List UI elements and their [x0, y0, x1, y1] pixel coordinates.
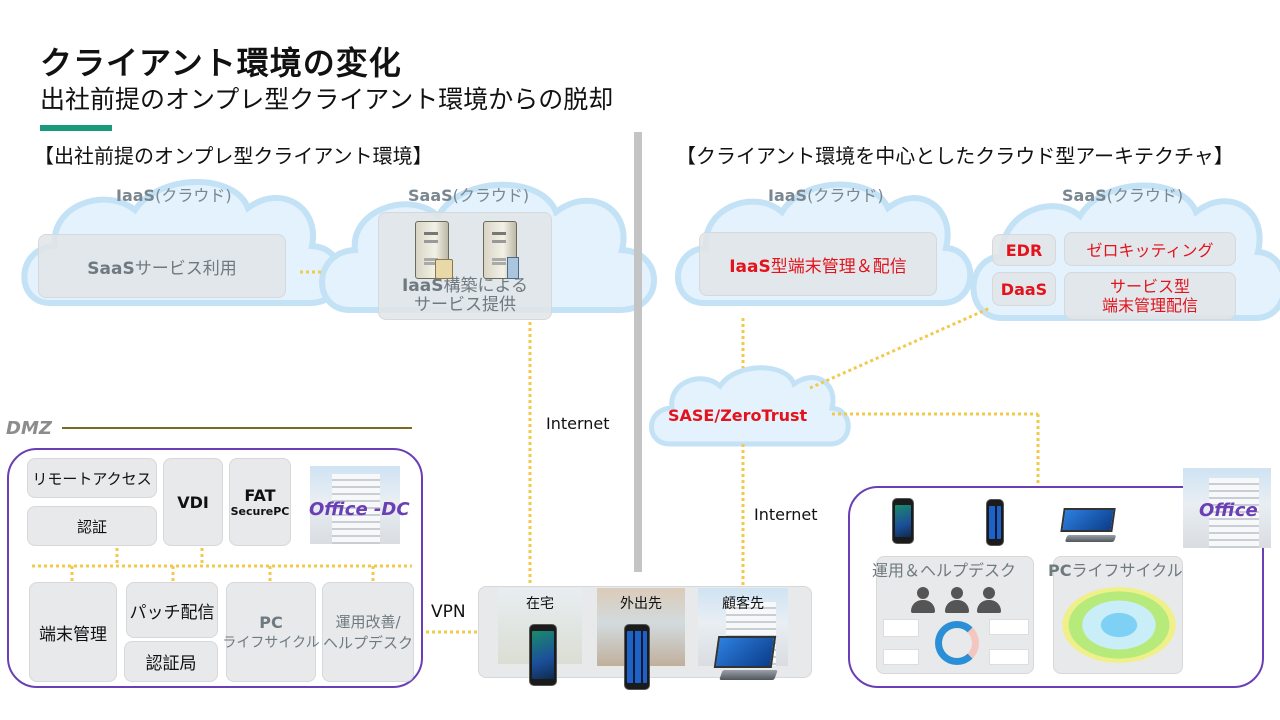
location-label-customer: 顧客先 [722, 596, 764, 612]
cert-authority-box: 認証局 [124, 641, 218, 682]
office-dc-label: Office -DC [309, 499, 410, 520]
left-internet-label: Internet [546, 414, 610, 433]
pc-lifecycle-box: PC ライフサイクル [222, 582, 320, 682]
right-internet-label: Internet [754, 505, 818, 524]
box-label: PC [259, 612, 283, 632]
box-bold-text: IaaS [401, 276, 444, 296]
sase-zerotrust-label: SASE/ZeroTrust [668, 406, 808, 425]
iaas-built-service-box: IaaS構築による サービス提供 [378, 212, 552, 320]
service-device-mgmt-box: サービス型 端末管理配信 [1064, 272, 1236, 320]
pc-lifecycle-label: PCライフサイクル [1048, 557, 1183, 581]
box-label: FAT [244, 486, 276, 505]
cloud-label-thin: (クラウド) [155, 186, 232, 205]
box-label: DaaS [1000, 279, 1048, 299]
left-saas-cloud-label: SaaS(クラウド) [408, 182, 529, 206]
label-bold: PC [1048, 561, 1072, 580]
saas-service-use-box: SaaSサービス利用 [38, 234, 286, 298]
box-label-line1: 運用改善/ [335, 613, 401, 631]
label-text: ライフサイクル [1071, 561, 1183, 580]
location-label-outside: 外出先 [620, 596, 662, 612]
dmz-line [62, 427, 412, 429]
chart-thumbnail-icon [883, 649, 919, 665]
remote-access-box: リモートアクセス [27, 458, 157, 498]
box-sublabel: SecurePC [230, 505, 290, 518]
right-iaas-cloud-label: IaaS(クラウド) [768, 182, 884, 206]
box-label-line2: ヘルプデスク [323, 634, 414, 652]
page-title: クライアント環境の変化 [40, 44, 402, 82]
cloud-label-bold: SaaS [408, 186, 453, 205]
right-section-title: 【クライアント環境を中心としたクラウド型アーキテクチャ】 [676, 144, 1234, 168]
cloud-label-thin: (クラウド) [807, 186, 884, 205]
cloud-label-bold: IaaS [768, 186, 808, 205]
page-subtitle: 出社前提のオンプレ型クライアント環境からの脱却 [40, 85, 614, 114]
box-text-line1: 構築による [443, 276, 529, 296]
cycle-arrow-icon [935, 621, 979, 665]
center-divider [634, 132, 642, 572]
box-label: パッチ配信 [129, 602, 215, 623]
auth-box: 認証 [27, 506, 157, 546]
box-text: サービス利用 [134, 258, 237, 279]
box-bold-text: IaaS [729, 256, 771, 277]
chart-thumbnail-icon [989, 649, 1029, 665]
device-management-box: 端末管理 [29, 582, 117, 682]
box-text-line2: サービス提供 [413, 295, 516, 315]
box-label: VDI [177, 492, 209, 512]
tablet-pc-icon [1060, 508, 1117, 542]
office-label: Office [1199, 500, 1258, 521]
box-label: 認証局 [145, 654, 197, 674]
patch-delivery-box: パッチ配信 [126, 582, 218, 638]
accent-bar [40, 125, 112, 131]
ops-helpdesk-box: 運用改善/ ヘルプデスク [322, 582, 414, 682]
box-text: 型端末管理＆配信 [770, 256, 907, 277]
folder-icon [435, 259, 453, 279]
vdi-box: VDI [163, 458, 223, 546]
left-iaas-cloud-label: IaaS(クラウド) [116, 182, 232, 206]
windows-phone-icon [624, 624, 650, 690]
chart-thumbnail-icon [989, 619, 1029, 635]
smartphone-icon [529, 624, 557, 686]
left-section-title: 【出社前提のオンプレ型クライアント環境】 [34, 144, 433, 168]
cloud-label-bold: SaaS [1062, 186, 1107, 205]
cloud-label-bold: IaaS [116, 186, 156, 205]
box-bold-text: SaaS [87, 258, 135, 279]
tablet-pc-icon [713, 636, 778, 680]
person-icon [977, 587, 1001, 613]
lifecycle-diagram-icon [1062, 587, 1176, 663]
chart-thumbnail-icon [883, 619, 919, 637]
box-sublabel: ライフサイクル [222, 634, 320, 651]
box-label: リモートアクセス [32, 469, 152, 488]
daas-box: DaaS [992, 272, 1056, 306]
cloud-label-thin: (クラウド) [1106, 186, 1184, 205]
ops-helpdesk-label: 運用＆ヘルプデスク [872, 561, 1017, 580]
person-icon [945, 587, 969, 613]
person-icon [911, 587, 935, 613]
vpn-label: VPN [431, 602, 466, 622]
database-icon [507, 257, 519, 279]
box-label: 認証 [76, 517, 107, 536]
box-label-line2: 端末管理配信 [1101, 296, 1198, 315]
windows-phone-icon [986, 499, 1004, 546]
box-label-line1: サービス型 [1109, 277, 1190, 296]
location-label-home: 在宅 [526, 596, 554, 612]
fat-securepc-box: FAT SecurePC [229, 458, 291, 546]
zero-touch-kitting-box: ゼロキッティング [1064, 232, 1236, 266]
box-label: 端末管理 [39, 624, 107, 645]
edr-box: EDR [992, 234, 1056, 266]
smartphone-icon [892, 498, 914, 544]
connector-saas-sase [809, 306, 991, 390]
iaas-device-mgmt-box: IaaS型端末管理＆配信 [699, 232, 937, 296]
dmz-label: DMZ [6, 418, 52, 439]
right-saas-cloud-label: SaaS(クラウド) [1062, 182, 1183, 206]
cloud-label-thin: (クラウド) [452, 186, 530, 205]
box-label: ゼロキッティング [1086, 241, 1214, 260]
box-label: EDR [1005, 240, 1043, 260]
